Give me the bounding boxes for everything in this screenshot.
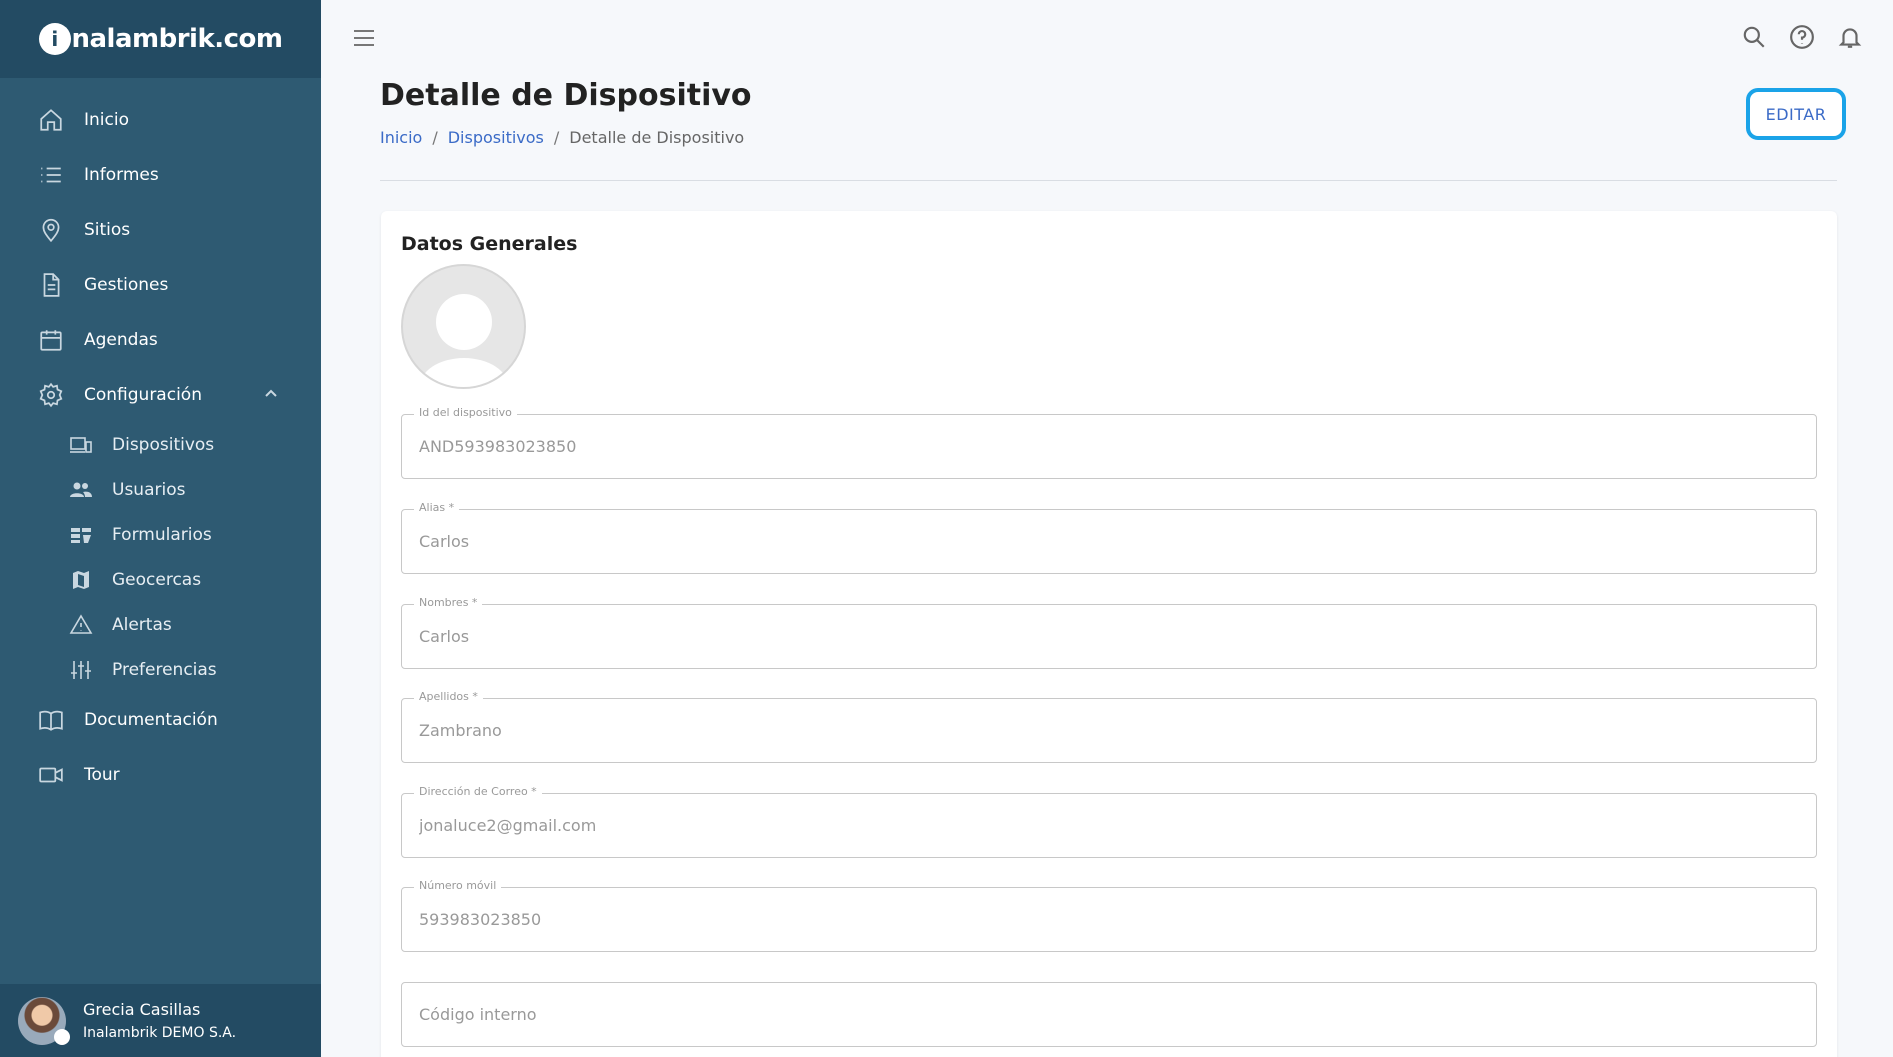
sidebar-item-usuarios[interactable]: Usuarios: [0, 467, 321, 512]
breadcrumb: Inicio / Dispositivos / Detalle de Dispo…: [380, 128, 744, 147]
help-icon: [1790, 25, 1814, 49]
video-camera-icon: [38, 762, 64, 788]
sidebar-item-dispositivos[interactable]: Dispositivos: [0, 422, 321, 467]
sidebar-item-inicio[interactable]: Inicio: [0, 92, 321, 147]
sidebar-item-informes[interactable]: Informes: [0, 147, 321, 202]
sidebar-item-label: Inicio: [84, 109, 129, 130]
page-title: Detalle de Dispositivo: [380, 78, 752, 113]
edit-button[interactable]: EDITAR: [1746, 88, 1846, 140]
sidebar-item-geocercas[interactable]: Geocercas: [0, 557, 321, 602]
first-name-input[interactable]: [419, 627, 1799, 646]
chevron-up-icon[interactable]: [263, 386, 279, 402]
mobile-field: Número móvil: [401, 879, 1817, 952]
sidebar-item-label: Configuración: [84, 384, 202, 405]
sidebar-item-agendas[interactable]: Agendas: [0, 312, 321, 367]
sidebar-item-tour[interactable]: Tour: [0, 747, 321, 802]
card-title: Datos Generales: [401, 233, 578, 255]
internal-code-field: [401, 982, 1817, 1047]
list-icon: [38, 162, 64, 188]
sidebar-item-configuracion[interactable]: Configuración: [0, 367, 321, 422]
avatar-placeholder-body: [419, 358, 509, 387]
avatar: [18, 996, 70, 1045]
sidebar-item-label: Gestiones: [84, 274, 169, 295]
map-icon: [68, 567, 94, 593]
divider: [380, 180, 1837, 181]
search-button[interactable]: [1741, 24, 1767, 50]
field-label: Alias *: [414, 501, 460, 514]
location-pin-icon: [38, 217, 64, 243]
notifications-button[interactable]: [1837, 24, 1863, 50]
logo-text: nalambrik.com: [71, 24, 283, 54]
bell-icon: [1838, 28, 1862, 48]
book-icon: [38, 707, 64, 733]
device-id-field: Id del dispositivo: [401, 406, 1817, 479]
breadcrumb-dispositivos[interactable]: Dispositivos: [448, 128, 544, 147]
sidebar-item-documentacion[interactable]: Documentación: [0, 692, 321, 747]
brand-header: i nalambrik.com: [0, 0, 321, 78]
sidebar-item-label: Geocercas: [112, 569, 202, 590]
sidebar: i nalambrik.com Inicio Informes Sitios Ge…: [0, 0, 321, 1057]
help-button[interactable]: [1789, 24, 1815, 50]
top-toolbar: [1741, 24, 1863, 50]
breadcrumb-current: Detalle de Dispositivo: [569, 128, 745, 147]
device-id-input[interactable]: [419, 437, 1799, 456]
breadcrumb-separator: /: [432, 128, 438, 147]
sidebar-item-label: Sitios: [84, 219, 131, 240]
sidebar-item-label: Formularios: [112, 524, 212, 545]
sidebar-item-label: Usuarios: [112, 479, 186, 500]
field-label: Id del dispositivo: [414, 406, 517, 419]
sidebar-item-label: Informes: [84, 164, 159, 185]
alias-field: Alias *: [401, 501, 1817, 574]
field-label: Dirección de Correo *: [414, 785, 542, 798]
sidebar-item-label: Agendas: [84, 329, 158, 350]
sidebar-item-label: Alertas: [112, 614, 172, 635]
email-input[interactable]: [419, 816, 1799, 835]
field-label: Apellidos *: [414, 690, 483, 703]
sliders-icon: [68, 657, 94, 683]
devices-icon: [68, 432, 94, 458]
sidebar-item-preferencias[interactable]: Preferencias: [0, 647, 321, 692]
email-field: Dirección de Correo *: [401, 785, 1817, 858]
user-info: Grecia Casillas Inalambrik DEMO S.A.: [83, 1000, 236, 1041]
avatar-placeholder-icon: [436, 294, 492, 350]
mobile-input[interactable]: [419, 910, 1799, 929]
sidebar-item-gestiones[interactable]: Gestiones: [0, 257, 321, 312]
form-icon: [68, 522, 94, 548]
field-label: Número móvil: [414, 879, 502, 892]
home-icon: [38, 107, 64, 133]
main-nav: Inicio Informes Sitios Gestiones Agendas…: [0, 78, 321, 802]
device-avatar: [401, 264, 526, 389]
user-profile[interactable]: Grecia Casillas Inalambrik DEMO S.A.: [0, 984, 321, 1057]
general-data-card: Datos Generales Id del dispositivo Alias…: [381, 211, 1837, 1057]
calendar-icon: [38, 327, 64, 353]
warning-icon: [68, 612, 94, 638]
breadcrumb-separator: /: [553, 128, 560, 147]
brand-logo[interactable]: i nalambrik.com: [38, 23, 283, 55]
field-label: Nombres *: [414, 596, 483, 609]
hamburger-icon: [354, 30, 374, 46]
sidebar-item-alertas[interactable]: Alertas: [0, 602, 321, 647]
sidebar-item-label: Dispositivos: [112, 434, 215, 455]
user-org: Inalambrik DEMO S.A.: [83, 1025, 237, 1041]
logo-letter: i: [38, 23, 71, 55]
search-icon: [1743, 26, 1765, 48]
last-name-field: Apellidos *: [401, 690, 1817, 763]
alias-input[interactable]: [419, 532, 1799, 551]
gear-icon: [38, 382, 64, 408]
last-name-input[interactable]: [419, 721, 1799, 740]
breadcrumb-inicio[interactable]: Inicio: [380, 128, 422, 147]
users-icon: [68, 477, 94, 503]
sidebar-item-formularios[interactable]: Formularios: [0, 512, 321, 557]
sidebar-item-label: Tour: [84, 764, 120, 785]
user-name: Grecia Casillas: [83, 1000, 201, 1019]
sidebar-item-label: Documentación: [84, 709, 218, 730]
sidebar-item-sitios[interactable]: Sitios: [0, 202, 321, 257]
document-icon: [38, 272, 64, 298]
config-submenu: Dispositivos Usuarios Formularios Geocer…: [0, 422, 321, 692]
first-name-field: Nombres *: [401, 596, 1817, 669]
sidebar-item-label: Preferencias: [112, 659, 217, 680]
menu-toggle-button[interactable]: [352, 28, 376, 48]
internal-code-input[interactable]: [419, 1005, 1799, 1024]
